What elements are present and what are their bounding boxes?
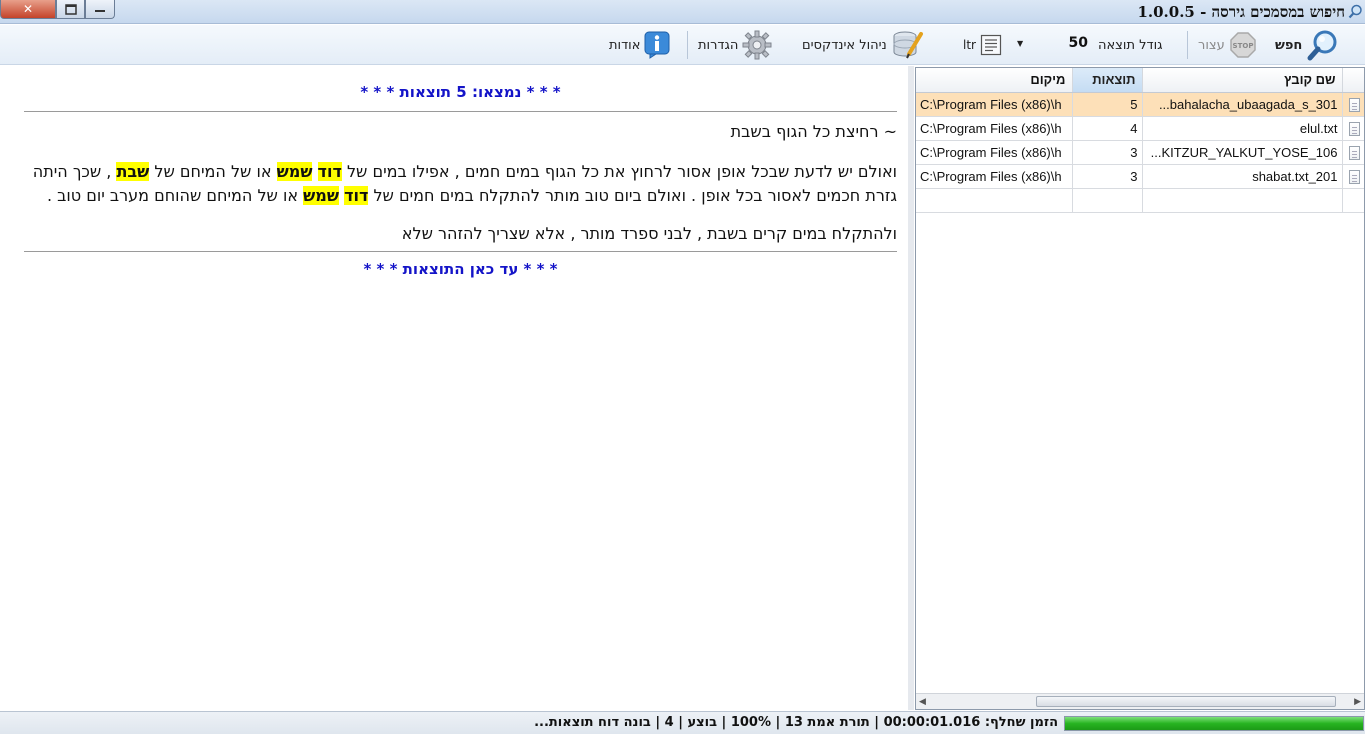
stop-label: עצור — [1198, 37, 1225, 53]
file-count-cell: 3 — [1072, 164, 1143, 189]
table-row[interactable]: elul.txt 4 C:\Program Files (x86)\h — [916, 116, 1364, 141]
minimize-button[interactable] — [85, 0, 115, 19]
column-header-filename[interactable]: שם קובץ — [1142, 68, 1343, 93]
gear-icon — [742, 30, 772, 60]
ltr-button[interactable]: ltr — [963, 25, 1002, 65]
file-name-cell: bahalacha_ubaagada_s_301... — [1142, 92, 1343, 117]
file-location-cell: C:\Program Files (x86)\h — [916, 92, 1073, 117]
toolbar: חפש STOP עצור גודל תוצאה 50 ▼ ltr ניהול … — [0, 25, 1365, 65]
results-header: * * * נמצאו: 5 תוצאות * * * — [24, 66, 897, 112]
result-paragraph-2: ולהתקלח במים קרים בשבת , לבני ספרד מותר … — [24, 222, 897, 252]
file-cell-icon — [1342, 92, 1364, 117]
file-icon — [1348, 145, 1360, 160]
file-location-cell: C:\Program Files (x86)\h — [916, 164, 1073, 189]
file-icon — [1348, 121, 1360, 136]
file-location-cell: C:\Program Files (x86)\h — [916, 116, 1073, 141]
result-text: ואולם יש לדעת שבכל אופן אסור לרחוץ את כל… — [341, 162, 897, 181]
file-cell-icon — [1342, 140, 1364, 165]
results-panel[interactable]: * * * נמצאו: 5 תוצאות * * * ~ רחיצת כל ה… — [0, 66, 908, 710]
minimize-icon — [95, 10, 105, 12]
empty-cell — [916, 188, 1073, 213]
column-header-location[interactable]: מיקום — [916, 68, 1073, 93]
highlighted-term: שבת — [116, 162, 150, 181]
window-controls: ✕ — [0, 0, 115, 20]
result-paragraph: ואולם יש לדעת שבכל אופן אסור לרחוץ את כל… — [24, 160, 897, 208]
stop-button[interactable]: STOP עצור — [1198, 25, 1257, 65]
highlighted-term: שמש — [276, 162, 313, 181]
file-count-cell: 3 — [1072, 140, 1143, 165]
result-size-text: גודל תוצאה — [1098, 37, 1163, 53]
result-text: או של המיחם שהוחם מערב יום טוב . — [46, 186, 304, 205]
index-manage-label: ניהול אינדקסים — [802, 37, 887, 53]
file-icon — [1348, 97, 1360, 112]
highlighted-term: דוד — [344, 186, 369, 205]
app-search-icon — [1348, 4, 1362, 19]
result-size-label: גודל תוצאה — [1098, 25, 1163, 65]
status-bar: הזמן שחלף: 00:00:01.016 | תורת אמת 13 | … — [0, 711, 1365, 734]
restore-button[interactable] — [56, 0, 85, 19]
table-row[interactable]: bahalacha_ubaagada_s_301... 5 C:\Program… — [916, 92, 1364, 117]
file-name-cell: shabat.txt_201 — [1142, 164, 1343, 189]
results-footer: * * * עד כאן התוצאות * * * — [363, 260, 558, 278]
restore-icon — [64, 3, 77, 15]
file-cell-icon — [1342, 116, 1364, 141]
close-button[interactable]: ✕ — [0, 0, 56, 19]
svg-text:STOP: STOP — [1232, 42, 1253, 50]
status-text: הזמן שחלף: 00:00:01.016 | תורת אמת 13 | … — [534, 715, 1058, 730]
file-name-cell: KITZUR_YALKUT_YOSE_106... — [1142, 140, 1343, 165]
table-header-row: שם קובץ תוצאות מיקום — [916, 68, 1364, 93]
about-button[interactable]: אודות — [609, 25, 670, 65]
result-text — [312, 162, 317, 181]
info-icon — [644, 31, 670, 59]
toolbar-separator — [1187, 31, 1188, 59]
search-icon — [1307, 30, 1337, 61]
about-label: אודות — [609, 37, 641, 53]
app-window: ✕ חיפוש במסמכים גירסה - 1.0.0.5 חפש STOP… — [0, 0, 1365, 734]
progress-fill — [1065, 717, 1363, 730]
empty-cell — [1342, 188, 1364, 213]
empty-cell — [1142, 188, 1343, 213]
file-name-cell: elul.txt — [1142, 116, 1343, 141]
results-content: * * * נמצאו: 5 תוצאות * * * ~ רחיצת כל ה… — [24, 66, 897, 278]
table-row[interactable]: KITZUR_YALKUT_YOSE_106... 3 C:\Program F… — [916, 140, 1364, 165]
horizontal-scrollbar[interactable]: ◀ ▶ — [916, 693, 1364, 709]
table-row-empty — [916, 188, 1364, 213]
progress-bar — [1064, 716, 1364, 731]
close-icon: ✕ — [22, 2, 34, 16]
search-label: חפש — [1275, 37, 1303, 53]
file-table: שם קובץ תוצאות מיקום bahalacha_ubaagada_… — [916, 68, 1364, 213]
file-cell-icon — [1342, 164, 1364, 189]
database-edit-icon — [893, 31, 923, 59]
title-bar: ✕ חיפוש במסמכים גירסה - 1.0.0.5 — [0, 0, 1365, 24]
result-topic: ~ רחיצת כל הגוף בשבת — [730, 122, 897, 141]
file-count-cell: 5 — [1072, 92, 1143, 117]
result-text: או של המיחם של — [149, 162, 277, 181]
result-size-dropdown-icon[interactable]: ▼ — [1017, 39, 1023, 48]
file-icon — [1348, 169, 1360, 184]
search-button[interactable]: חפש — [1275, 25, 1340, 65]
settings-button[interactable]: הגדרות — [698, 25, 772, 65]
text-direction-icon — [980, 34, 1002, 56]
result-size-value[interactable]: 50 — [1030, 35, 1090, 55]
file-count-cell: 4 — [1072, 116, 1143, 141]
highlighted-term: דוד — [317, 162, 342, 181]
empty-cell — [1072, 188, 1143, 213]
toolbar-separator — [687, 31, 688, 59]
scroll-right-icon[interactable]: ▶ — [1354, 697, 1361, 707]
scroll-left-icon[interactable]: ◀ — [919, 697, 926, 707]
column-header-results[interactable]: תוצאות — [1072, 68, 1143, 93]
column-header-icon[interactable] — [1342, 68, 1364, 93]
settings-label: הגדרות — [698, 37, 739, 53]
window-title: חיפוש במסמכים גירסה - 1.0.0.5 — [1137, 3, 1345, 21]
table-row[interactable]: shabat.txt_201 3 C:\Program Files (x86)\… — [916, 164, 1364, 189]
index-manage-button[interactable]: ניהול אינדקסים — [802, 25, 925, 65]
results-splitter[interactable] — [908, 66, 914, 710]
highlighted-term: שמש — [303, 186, 339, 205]
stop-icon: STOP — [1229, 32, 1256, 58]
scrollbar-thumb[interactable] — [1036, 696, 1336, 707]
ltr-label: ltr — [963, 38, 976, 52]
file-list-panel: שם קובץ תוצאות מיקום bahalacha_ubaagada_… — [915, 67, 1365, 710]
file-location-cell: C:\Program Files (x86)\h — [916, 140, 1073, 165]
